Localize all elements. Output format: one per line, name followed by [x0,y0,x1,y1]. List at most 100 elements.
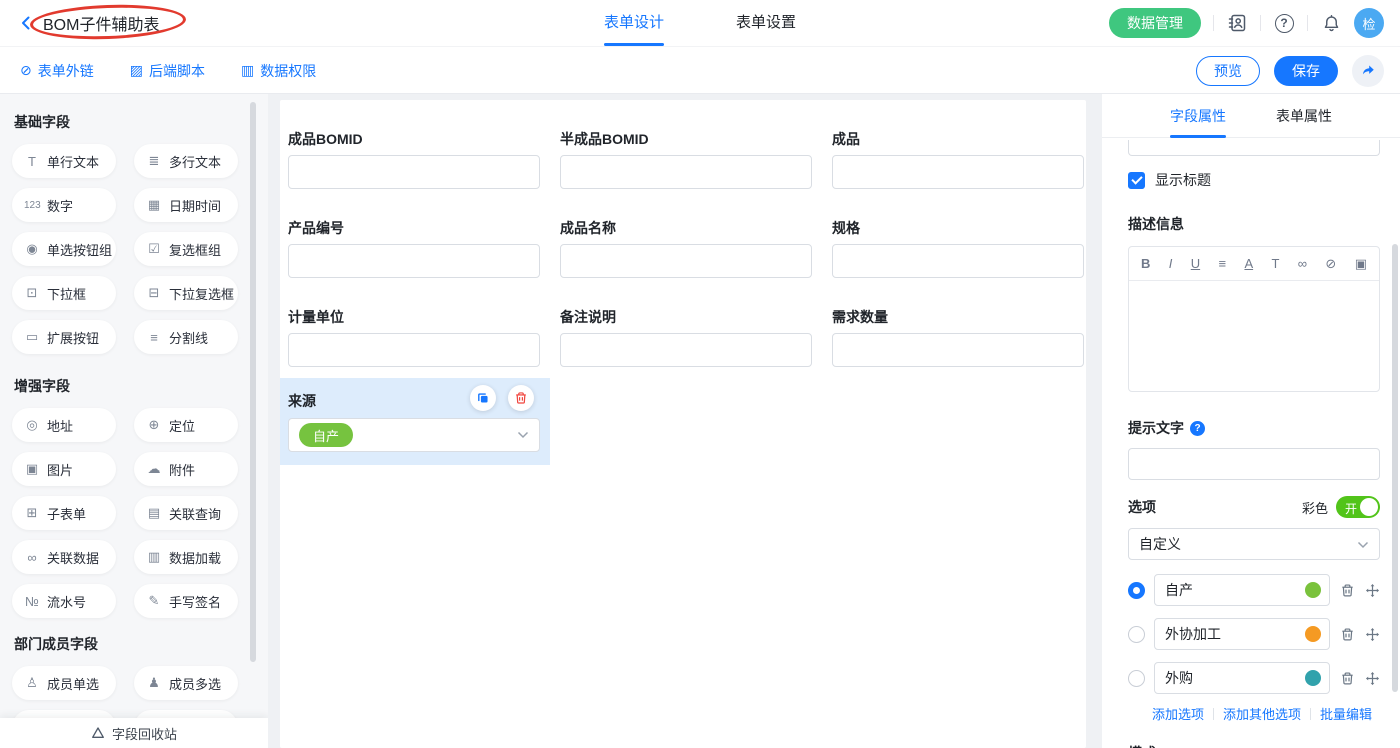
move-option-handle[interactable] [1364,582,1380,598]
field-type-number[interactable]: 123数字 [12,188,116,222]
field-type-datetime[interactable]: ▦日期时间 [134,188,238,222]
data-manage-button[interactable]: 数据管理 [1109,8,1201,38]
option-radio-selected[interactable] [1128,582,1145,599]
canvas-field-finished-name[interactable]: 成品名称 [560,219,812,278]
add-option-link[interactable]: 添加选项 [1152,704,1204,723]
text-input[interactable] [560,155,812,189]
field-type-radio-group[interactable]: ◉单选按钮组 [12,232,116,266]
remove-link-icon[interactable]: ⊘ [1325,256,1336,272]
field-type-location[interactable]: ⊕定位 [134,408,238,442]
bold-icon[interactable]: B [1141,256,1150,271]
field-type-subform[interactable]: ⊞子表单 [12,496,116,530]
text-input[interactable] [288,155,540,189]
option-radio[interactable] [1128,626,1145,643]
delete-field-button[interactable] [508,385,534,411]
field-type-extend-button[interactable]: ▭扩展按钮 [12,320,116,354]
field-type-multi-dropdown[interactable]: ⊟下拉复选框 [134,276,238,310]
hint-help-icon[interactable]: ? [1190,421,1205,436]
underline-icon[interactable]: U [1191,256,1200,271]
contacts-icon[interactable] [1226,12,1248,34]
insert-image-icon[interactable]: ▣ [1355,256,1367,272]
data-permission-link[interactable]: ▥ 数据权限 [241,61,316,81]
form-external-link[interactable]: ⊘ 表单外链 [20,61,94,81]
field-type-member-multi[interactable]: ♟成员多选 [134,666,238,700]
single-line-text-icon: T [24,154,40,169]
option-color-dot[interactable] [1305,582,1321,598]
field-type-image[interactable]: ▣图片 [12,452,116,486]
add-other-option-link[interactable]: 添加其他选项 [1223,704,1301,723]
text-input[interactable] [288,244,540,278]
field-type-linked-query[interactable]: ▤关联查询 [134,496,238,530]
field-type-member-single[interactable]: ♙成员单选 [12,666,116,700]
insert-link-icon[interactable]: ∞ [1298,256,1307,271]
tab-form-settings[interactable]: 表单设置 [736,0,796,46]
option-source-select[interactable]: 自定义 [1128,528,1380,560]
text-input[interactable] [560,244,812,278]
delete-option-button[interactable] [1339,670,1355,686]
text-input[interactable] [288,333,540,367]
align-icon[interactable]: ≡ [1218,256,1226,271]
share-button[interactable] [1352,55,1384,87]
copy-field-button[interactable] [470,385,496,411]
text-input[interactable] [832,244,1084,278]
field-type-multi-line-text[interactable]: ≣多行文本 [134,144,238,178]
field-type-divider[interactable]: ≡分割线 [134,320,238,354]
avatar[interactable]: 检 [1354,8,1384,38]
sidebar-scrollbar[interactable] [250,102,256,662]
field-type-linked-data[interactable]: ∞关联数据 [12,540,116,574]
move-option-handle[interactable] [1364,626,1380,642]
canvas-field-demand-qty[interactable]: 需求数量 [832,308,1084,367]
help-icon[interactable]: ? [1273,12,1295,34]
chevron-down-icon [1357,536,1369,552]
canvas-field-spec[interactable]: 规格 [832,219,1084,278]
option-label-input[interactable]: 外协加工 [1154,618,1330,650]
save-button[interactable]: 保存 [1274,56,1338,86]
italic-icon[interactable]: I [1169,256,1173,271]
field-type-dropdown[interactable]: ⊡下拉框 [12,276,116,310]
text-input[interactable] [832,333,1084,367]
canvas-field-semi-bomid[interactable]: 半成品BOMID [560,130,812,189]
pen-icon: ✎ [146,593,162,609]
field-type-signature[interactable]: ✎手写签名 [134,584,238,618]
delete-option-button[interactable] [1339,582,1355,598]
option-color-dot[interactable] [1305,626,1321,642]
option-label-input[interactable]: 自产 [1154,574,1330,606]
panel-scrollbar[interactable] [1392,244,1398,692]
batch-edit-link[interactable]: 批量编辑 [1320,704,1372,723]
canvas-field-finished-bomid[interactable]: 成品BOMID [288,130,540,189]
field-type-single-line-text[interactable]: T单行文本 [12,144,116,178]
canvas-field-product-no[interactable]: 产品编号 [288,219,540,278]
option-label-input[interactable]: 外购 [1154,662,1330,694]
source-dropdown[interactable]: 自产 [288,418,540,452]
field-type-attachment[interactable]: ☁附件 [134,452,238,486]
canvas-field-remark[interactable]: 备注说明 [560,308,812,367]
field-type-serial-number[interactable]: №流水号 [12,584,116,618]
field-recycle-bin[interactable]: 字段回收站 [0,718,268,748]
field-type-data-load[interactable]: ▥数据加载 [134,540,238,574]
move-option-handle[interactable] [1364,670,1380,686]
canvas-field-source-selected[interactable]: 来源 自产 [280,378,550,465]
description-editor-body[interactable] [1129,281,1379,391]
canvas-field-unit[interactable]: 计量单位 [288,308,540,367]
tab-form-properties[interactable]: 表单属性 [1276,94,1332,138]
option-color-dot[interactable] [1305,670,1321,686]
text-input[interactable] [560,333,812,367]
hint-text-input[interactable] [1128,448,1380,480]
field-type-checkbox-group[interactable]: ☑复选框组 [134,232,238,266]
canvas-field-finished[interactable]: 成品 [832,130,1084,189]
tab-field-properties[interactable]: 字段属性 [1170,94,1226,138]
delete-option-button[interactable] [1339,626,1355,642]
font-size-icon[interactable]: T [1271,256,1279,271]
field-type-address[interactable]: ◎地址 [12,408,116,442]
field-title-input-partial[interactable] [1128,140,1380,156]
option-radio[interactable] [1128,670,1145,687]
show-title-checkbox[interactable] [1128,172,1145,189]
crosshair-icon: ⊕ [146,417,162,433]
bell-icon[interactable] [1320,12,1342,34]
colorful-toggle[interactable]: 开 [1336,496,1380,518]
text-input[interactable] [832,155,1084,189]
backend-script-link[interactable]: ▨ 后端脚本 [130,61,205,81]
font-color-icon[interactable]: A [1244,256,1253,271]
preview-button[interactable]: 预览 [1196,56,1260,86]
tab-form-design[interactable]: 表单设计 [604,0,664,46]
